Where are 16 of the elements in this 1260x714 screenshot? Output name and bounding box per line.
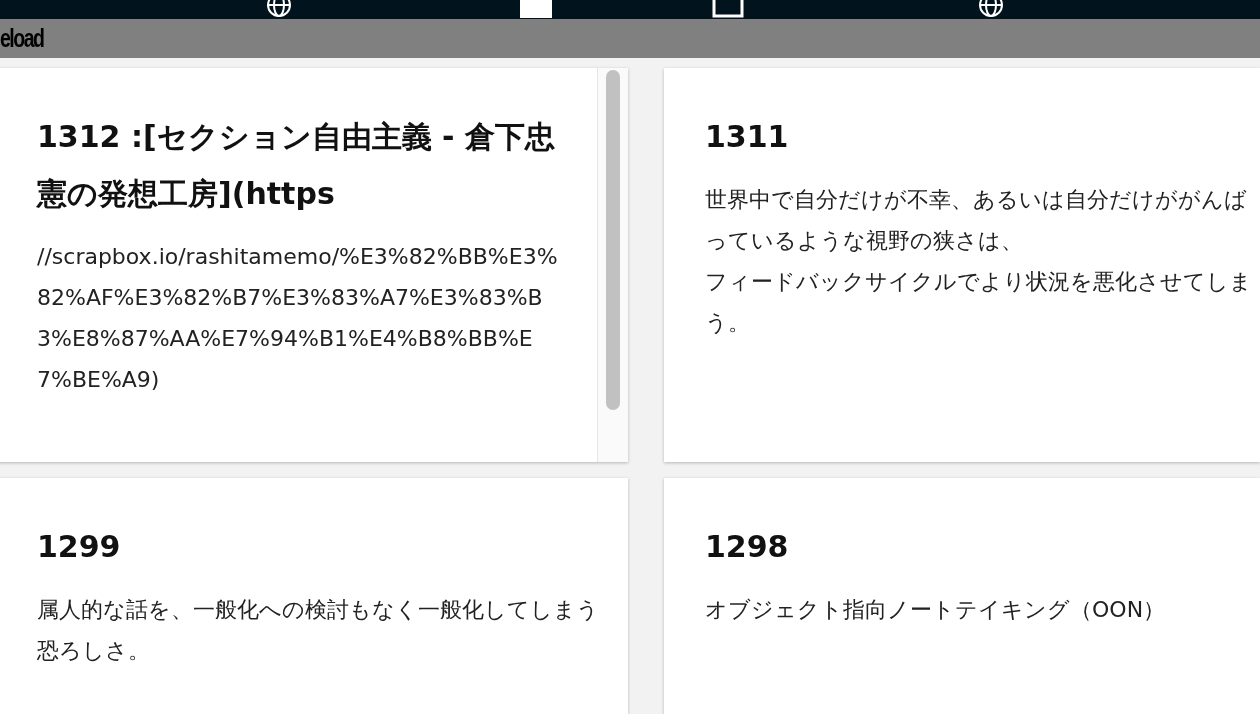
card-text: 属人的な話を、一般化への検討もなく一般化してしまう恐ろしさ。 xyxy=(37,596,600,665)
card-text: 世界中で自分だけが不幸、あるいは自分だけががんばっているような視野の狭さは、 xyxy=(705,186,1248,255)
card-title: 1312 :[セクション自由主義 - 倉下忠憲の発想工房](https xyxy=(37,118,556,213)
card-title: 1299 xyxy=(37,528,122,566)
reload-label[interactable]: eload xyxy=(0,23,44,54)
card-title: 1298 xyxy=(705,528,790,566)
scrollbar-thumb[interactable] xyxy=(606,70,620,410)
card-text: //scrapbox.io/rashitamemo/%E3%82%BB%E3%82%AF%E3%82%B7%E3%83%A7%E3%83%B3%E8%87%AA%E7%94%B1%E4%B8%BB%E7%BE%A9) xyxy=(37,243,559,394)
note-card[interactable]: 1298 オブジェクト指向ノートテイキング（OON） xyxy=(664,478,1260,714)
card-title: 1311 xyxy=(705,118,790,156)
card-text: フィードバックサイクルでより状況を悪化させてしまう。 xyxy=(705,268,1252,337)
note-card[interactable]: 1311 世界中で自分だけが不幸、あるいは自分だけががんばっているような視野の狭さは、 フィードバックサイクルでより状況を悪化させてしまう。 xyxy=(664,68,1260,462)
scrollbar[interactable] xyxy=(597,68,628,462)
note-card[interactable]: 1299 属人的な話を、一般化への検討もなく一般化してしまう恐ろしさ。 xyxy=(0,478,628,714)
note-card[interactable]: 1312 :[セクション自由主義 - 倉下忠憲の発想工房](https //scrapbox.io/rashitamemo/%E3%82%BB%E3%82%AF%E3%82%B7%E3%83%A7%E3%83%B3%E8%87%AA%E7%94%B1%E4%B8%BB%E7%BE%A9) xyxy=(0,68,628,462)
card-text: オブジェクト指向ノートテイキング（OON） xyxy=(705,596,1167,624)
